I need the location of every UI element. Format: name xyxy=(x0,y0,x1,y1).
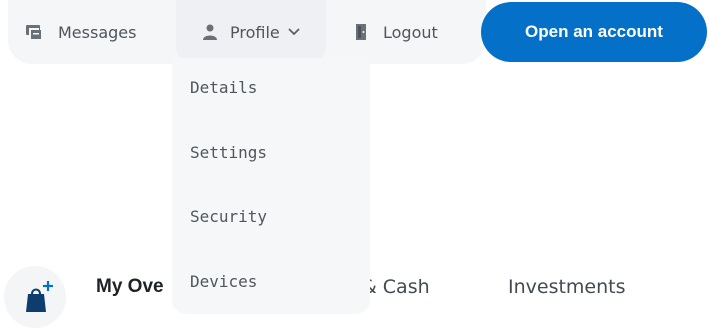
tab-investments[interactable]: Investments xyxy=(508,276,626,298)
nav-profile-label: Profile xyxy=(230,22,280,42)
door-icon xyxy=(355,23,369,41)
nav-messages-label: Messages xyxy=(58,22,137,42)
menu-item-settings[interactable]: Settings xyxy=(190,143,267,162)
messages-icon xyxy=(24,23,44,41)
menu-item-details[interactable]: Details xyxy=(190,78,257,97)
nav-logout[interactable]: Logout xyxy=(355,14,438,50)
nav-logout-label: Logout xyxy=(383,22,438,42)
chevron-down-icon[interactable] xyxy=(288,28,300,36)
profile-dropdown: Details Settings Security Devices xyxy=(172,58,370,314)
nav-profile[interactable]: Profile xyxy=(202,14,300,50)
open-account-button[interactable]: Open an account xyxy=(481,2,707,62)
menu-item-security[interactable]: Security xyxy=(190,207,267,226)
menu-item-devices[interactable]: Devices xyxy=(190,272,257,291)
nav-messages[interactable]: Messages xyxy=(24,14,136,50)
shopping-bag-plus-icon[interactable] xyxy=(22,280,56,318)
tab-overview[interactable]: My Ove xyxy=(96,276,164,298)
user-icon xyxy=(202,23,218,41)
